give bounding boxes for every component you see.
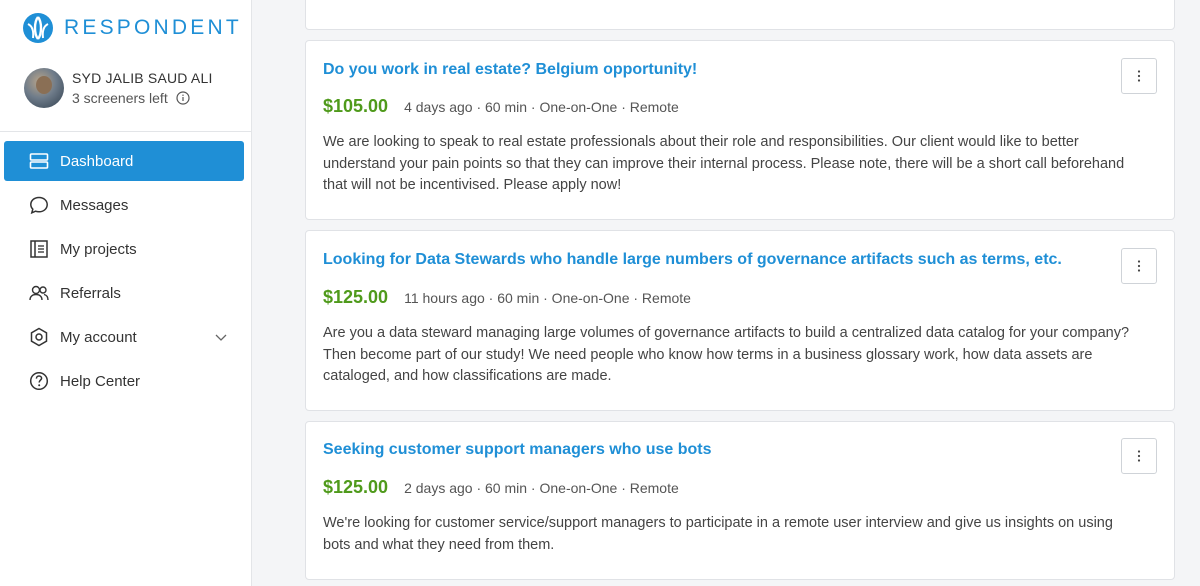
- project-list: Do you work in real estate? Belgium oppo…: [253, 0, 1200, 586]
- project-card-partial[interactable]: [305, 0, 1175, 30]
- sidebar-divider: [0, 131, 251, 132]
- project-title[interactable]: Do you work in real estate? Belgium oppo…: [323, 61, 697, 79]
- respondent-logo-icon: [23, 13, 53, 43]
- sidebar-item-referrals[interactable]: Referrals: [4, 273, 244, 313]
- sidebar-item-my-projects[interactable]: My projects: [4, 229, 244, 269]
- question-circle-icon: [29, 371, 49, 391]
- project-details: 4 days ago · 60 min · One-on-One · Remot…: [404, 99, 679, 115]
- sidebar-item-my-account[interactable]: My account: [4, 317, 244, 357]
- sidebar-item-label: Referrals: [60, 284, 121, 302]
- sidebar-item-help-center[interactable]: Help Center: [4, 361, 244, 401]
- project-options-button[interactable]: [1121, 58, 1157, 94]
- project-description: We are looking to speak to real estate p…: [323, 134, 1125, 193]
- project-description: We're looking for customer service/suppo…: [323, 515, 1113, 553]
- people-icon: [29, 285, 49, 301]
- screeners-left-text: 3 screeners left: [72, 90, 168, 106]
- chat-bubble-icon: [30, 196, 48, 215]
- user-summary: SYD JALIB SAUD ALI 3 screeners left: [24, 68, 213, 108]
- brand-name: RESPONDENT: [64, 16, 242, 39]
- project-meta: $105.00 4 days ago · 60 min · One-on-One…: [323, 96, 679, 117]
- avatar[interactable]: [24, 68, 64, 108]
- sidebar-item-label: My account: [60, 328, 137, 346]
- project-details: 11 hours ago · 60 min · One-on-One · Rem…: [404, 290, 691, 306]
- project-card[interactable]: Seeking customer support managers who us…: [305, 421, 1175, 580]
- dashboard-icon: [29, 153, 49, 169]
- project-description: Are you a data steward managing large vo…: [323, 325, 1130, 384]
- info-icon[interactable]: [176, 91, 190, 105]
- sidebar-item-label: Dashboard: [60, 152, 134, 170]
- screeners-left: 3 screeners left: [72, 90, 213, 106]
- project-price: $105.00: [323, 96, 389, 116]
- projects-icon: [30, 240, 48, 258]
- project-title[interactable]: Looking for Data Stewards who handle lar…: [323, 251, 1062, 269]
- user-name: SYD JALIB SAUD ALI: [72, 70, 213, 86]
- project-options-button[interactable]: [1121, 248, 1157, 284]
- project-card[interactable]: Do you work in real estate? Belgium oppo…: [305, 40, 1175, 220]
- sidebar-item-label: My projects: [60, 240, 137, 258]
- more-vertical-icon: [1137, 70, 1141, 82]
- project-card[interactable]: Looking for Data Stewards who handle lar…: [305, 230, 1175, 411]
- project-price: $125.00: [323, 287, 389, 307]
- sidebar-item-dashboard[interactable]: Dashboard: [4, 141, 244, 181]
- project-meta: $125.00 11 hours ago · 60 min · One-on-O…: [323, 287, 691, 308]
- project-price: $125.00: [323, 477, 389, 497]
- sidebar-item-label: Help Center: [60, 372, 141, 390]
- sidebar-nav: Dashboard Messages My projects Referrals…: [4, 141, 244, 405]
- project-details: 2 days ago · 60 min · One-on-One · Remot…: [404, 480, 679, 496]
- sidebar: RESPONDENT SYD JALIB SAUD ALI 3 screener…: [0, 0, 252, 586]
- project-title[interactable]: Seeking customer support managers who us…: [323, 441, 712, 459]
- chevron-down-icon[interactable]: [214, 330, 228, 344]
- project-options-button[interactable]: [1121, 438, 1157, 474]
- more-vertical-icon: [1137, 260, 1141, 272]
- sidebar-item-messages[interactable]: Messages: [4, 185, 244, 225]
- sidebar-item-label: Messages: [60, 196, 129, 214]
- project-meta: $125.00 2 days ago · 60 min · One-on-One…: [323, 477, 679, 498]
- more-vertical-icon: [1137, 450, 1141, 462]
- brand-logo[interactable]: RESPONDENT: [22, 12, 242, 44]
- hexagon-gear-icon: [30, 327, 48, 347]
